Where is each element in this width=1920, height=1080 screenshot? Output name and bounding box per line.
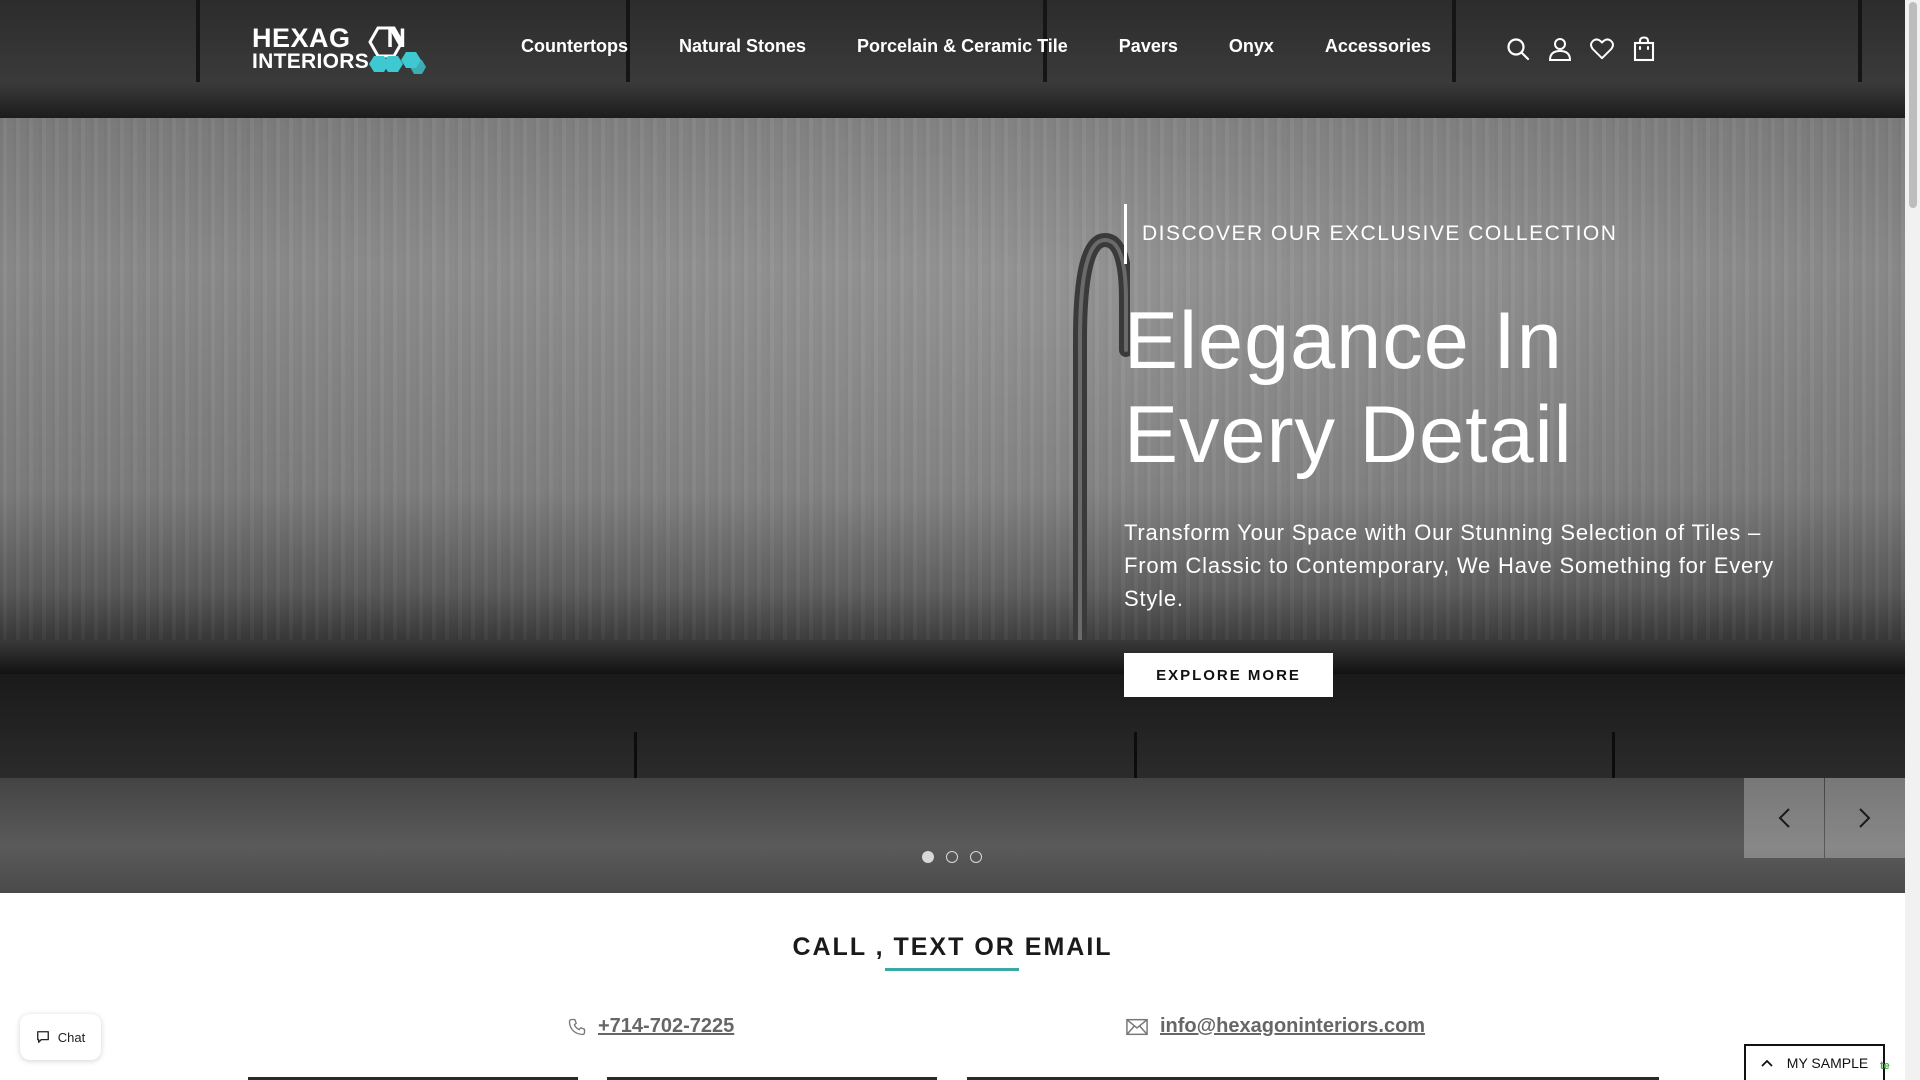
hero-bg-floor <box>0 778 1905 893</box>
slider-dot-1[interactable] <box>922 851 934 863</box>
slider-arrows <box>1744 778 1905 858</box>
nav-item-accessories[interactable]: Accessories <box>1325 36 1431 57</box>
chat-bubble-icon <box>36 1031 49 1043</box>
nav-item-pavers[interactable]: Pavers <box>1119 36 1178 57</box>
my-sample-button[interactable]: MY SAMPLE <box>1744 1044 1885 1080</box>
mail-icon <box>1126 1018 1148 1035</box>
nav-item-natural-stones[interactable]: Natural Stones <box>679 36 806 57</box>
nav-item-onyx[interactable]: Onyx <box>1229 36 1274 57</box>
logo-hexagon-icon <box>368 26 426 74</box>
header-icons <box>1506 36 1656 62</box>
page-scrollbar-thumb[interactable] <box>1909 2 1917 208</box>
wishlist-heart-icon[interactable] <box>1590 36 1614 62</box>
site-header: HEXAG N INTERIORS Countertops Natural Sto… <box>0 0 1905 97</box>
hero-eyebrow: DISCOVER OUR EXCLUSIVE COLLECTION <box>1124 204 1784 264</box>
chevron-up-icon <box>1761 1059 1773 1067</box>
nav-item-porcelain-ceramic-tile[interactable]: Porcelain & Ceramic Tile <box>857 36 1068 57</box>
chevron-left-icon <box>1778 808 1790 828</box>
slider-prev-button[interactable] <box>1744 778 1824 858</box>
hero-headline: Elegance In Every Detail <box>1124 296 1573 480</box>
contact-email-text: info@hexagoninteriors.com <box>1160 1015 1426 1037</box>
chat-button-label: Chat <box>57 1029 86 1045</box>
slider-dots <box>922 851 982 863</box>
logo-text-line2: INTERIORS <box>252 50 370 73</box>
chat-button[interactable]: Chat <box>20 1014 101 1060</box>
nav-item-countertops[interactable]: Countertops <box>521 36 628 57</box>
site-logo[interactable]: HEXAG N INTERIORS <box>250 24 430 74</box>
recaptcha-badge-edge[interactable]: te <box>1880 1060 1890 1072</box>
chevron-right-icon <box>1859 808 1871 828</box>
contact-phone-text: +714-702-7225 <box>598 1015 735 1037</box>
main-nav: Countertops Natural Stones Porcelain & C… <box>521 36 1431 57</box>
contact-email-link[interactable]: info@hexagoninteriors.com <box>1126 1015 1425 1038</box>
my-sample-label: MY SAMPLE <box>1786 1055 1869 1071</box>
search-icon[interactable] <box>1506 36 1530 62</box>
slider-dot-3[interactable] <box>970 851 982 863</box>
slider-dot-2[interactable] <box>946 851 958 863</box>
account-icon[interactable] <box>1548 36 1572 62</box>
cart-bag-icon[interactable] <box>1632 36 1656 62</box>
hero-subhead: Transform Your Space with Our Stunning S… <box>1124 520 1774 611</box>
phone-icon <box>568 1018 586 1035</box>
contact-phone-link[interactable]: +714-702-7225 <box>568 1015 734 1038</box>
hero-bg-faucet <box>1073 232 1130 650</box>
contact-title-underline <box>885 968 1019 971</box>
contact-section-title: CALL , TEXT OR EMAIL <box>792 933 1113 961</box>
slider-next-button[interactable] <box>1825 778 1905 858</box>
hero-content: DISCOVER OUR EXCLUSIVE COLLECTION Elegan… <box>1124 204 1784 697</box>
explore-more-button[interactable]: EXPLORE MORE <box>1124 653 1333 697</box>
